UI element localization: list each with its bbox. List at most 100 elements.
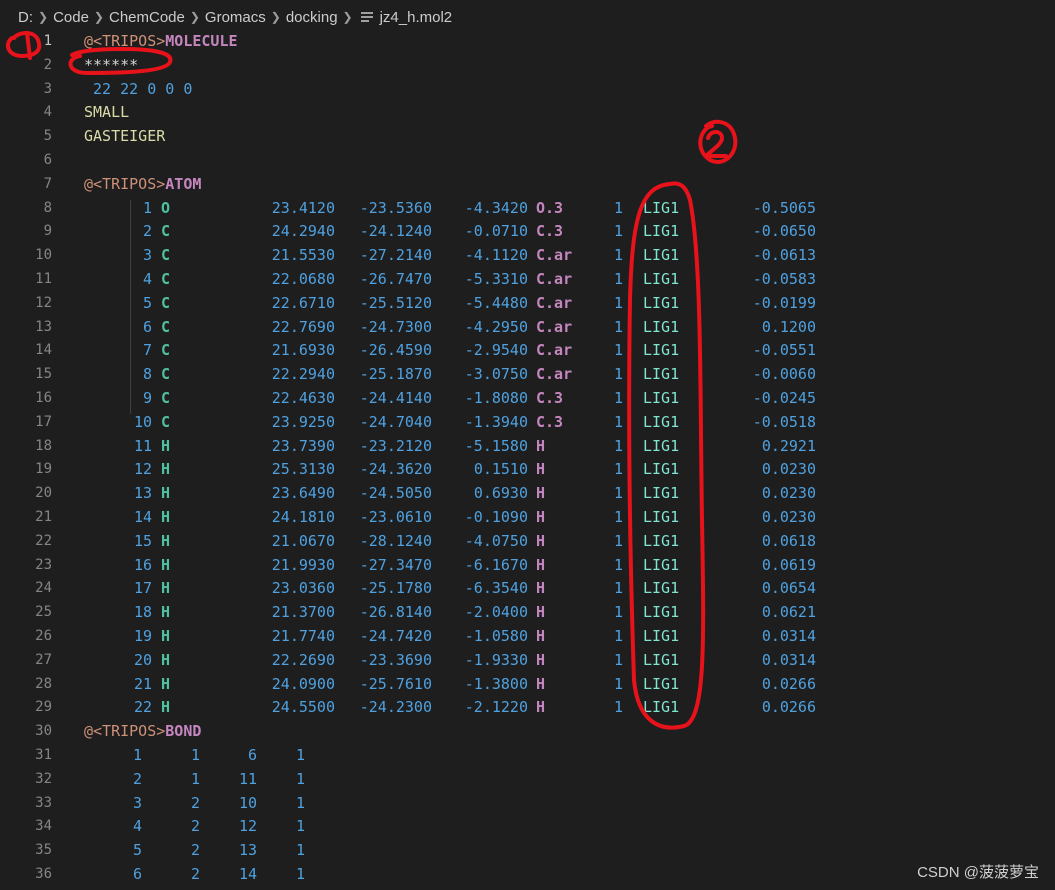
atom-y: -23.0610 <box>359 508 432 526</box>
code-line[interactable]: 5 GASTEIGER <box>0 124 1055 148</box>
atom-residue: LIG1 <box>643 270 680 288</box>
code-line[interactable]: 1 @<TRIPOS>MOLECULE <box>0 29 1055 53</box>
line-number: 24 <box>35 580 52 597</box>
atom-subst-id: 1 <box>613 555 623 574</box>
section-at: @ <box>84 174 94 193</box>
code-line[interactable]: 34 4 2 12 1 <box>0 814 1055 838</box>
code-line[interactable]: 32 2 1 11 1 <box>0 767 1055 791</box>
atom-residue: LIG1 <box>643 246 680 265</box>
code-line[interactable]: 10 3 C 21.5530 -27.2140 -4.1120 C.ar 1 LIG1 -0.06… <box>0 243 1055 267</box>
bond-atom-b: 6 <box>247 746 257 764</box>
code-line[interactable]: 35 5 2 13 1 <box>0 838 1055 862</box>
code-line[interactable]: 12 5 C 22.6710 -25.5120 -5.4480 C.ar 1 LIG1 -0.01… <box>0 291 1055 315</box>
code-line[interactable]: 19 12 H 25.3130 -24.3620 0.1510 H 1 LIG1 0.0230 <box>0 457 1055 481</box>
line-number: 17 <box>35 413 52 430</box>
atom-z: -4.2950 <box>464 317 528 336</box>
code-line[interactable]: 24 17 H 23.0360 -25.1780 -6.3540 H 1 LIG1 0.0654 <box>0 576 1055 600</box>
breadcrumb-item[interactable]: Gromacs <box>205 9 266 26</box>
code-line[interactable]: 11 4 C 22.0680 -26.7470 -5.3310 C.ar 1 LIG1 -0.05… <box>0 267 1055 291</box>
code-line[interactable]: 15 8 C 22.2940 -25.1870 -3.0750 C.ar 1 LIG1 -0.00… <box>0 362 1055 386</box>
atom-residue: LIG1 <box>643 579 680 598</box>
breadcrumb-item[interactable]: D: <box>18 9 33 26</box>
code-line[interactable]: 2 ****** <box>0 53 1055 77</box>
atom-type: C.ar <box>536 317 573 336</box>
atom-y: -25.5120 <box>359 293 432 312</box>
atom-charge: 0.0314 <box>761 627 816 645</box>
atom-x: 24.5500 <box>271 698 335 717</box>
atom-type: C.3 <box>536 222 564 241</box>
code-line[interactable]: 22 15 H 21.0670 -28.1240 -4.0750 H 1 LIG1 0.0618 <box>0 529 1055 553</box>
code-line[interactable]: 17 10 C 23.9250 -24.7040 -1.3940 C.3 1 LIG1 -0.05… <box>0 410 1055 434</box>
code-line[interactable]: 31 1 1 6 1 <box>0 743 1055 767</box>
atom-subst-id: 1 <box>613 484 623 503</box>
code-line[interactable]: 36 6 2 14 1 <box>0 862 1055 886</box>
code-line[interactable]: 13 6 C 22.7690 -24.7300 -4.2950 C.ar 1 LIG1 0.120… <box>0 315 1055 339</box>
atom-subst-id: 1 <box>613 317 623 336</box>
atom-residue: LIG1 <box>643 341 680 360</box>
atom-x: 23.4120 <box>271 198 335 217</box>
atom-z: -1.8080 <box>464 389 528 407</box>
breadcrumb-item[interactable]: docking <box>286 9 338 26</box>
code-line[interactable]: 21 14 H 24.1810 -23.0610 -0.1090 H 1 LIG1 0.0230 <box>0 505 1055 529</box>
atom-id: 15 <box>133 531 152 550</box>
atom-element: H <box>161 579 171 598</box>
bond-id: 2 <box>132 769 142 788</box>
atom-charge: 0.2921 <box>761 436 816 455</box>
chevron-right-icon: ❯ <box>93 10 104 24</box>
atom-element: H <box>161 460 171 479</box>
code-line[interactable]: 16 9 C 22.4630 -24.4140 -1.8080 C.3 1 LIG1 -0.024… <box>0 386 1055 410</box>
code-line[interactable]: 28 21 H 24.0900 -25.7610 -1.3800 H 1 LIG1 0.0266 <box>0 672 1055 696</box>
atom-type: H <box>536 674 546 693</box>
chevron-right-icon: ❯ <box>342 10 353 24</box>
code-line[interactable]: 6 <box>0 148 1055 172</box>
code-line[interactable]: 14 7 C 21.6930 -26.4590 -2.9540 C.ar 1 LIG1 -0.05… <box>0 338 1055 362</box>
atom-z: -1.9330 <box>464 650 528 669</box>
atom-charge: -0.0060 <box>752 365 816 384</box>
bond-type: 1 <box>295 769 305 788</box>
breadcrumb-item[interactable]: Code <box>53 9 89 26</box>
breadcrumb-item[interactable]: ChemCode <box>109 9 185 26</box>
code-line[interactable]: 26 19 H 21.7740 -24.7420 -1.0580 H 1 LIG1 0.0314 <box>0 624 1055 648</box>
code-line[interactable]: 3 22 22 0 0 0 <box>0 77 1055 101</box>
code-line[interactable]: 20 13 H 23.6490 -24.5050 0.6930 H 1 LIG1 0.0230 <box>0 481 1055 505</box>
code-editor[interactable]: 1 @<TRIPOS>MOLECULE 2 ****** 3 22 22 0 0 04S… <box>0 29 1055 890</box>
atom-charge: -0.0245 <box>752 389 816 407</box>
atom-type: C.ar <box>536 246 573 265</box>
atom-id: 3 <box>142 246 152 265</box>
code-line[interactable]: 8 1 O 23.4120 -23.5360 -4.3420 O.3 1 LIG1 -0.5065 <box>0 196 1055 220</box>
code-text: GASTEIGER <box>84 127 166 146</box>
code-line[interactable]: 23 16 H 21.9930 -27.3470 -6.1670 H 1 LIG1 0.0619 <box>0 553 1055 577</box>
code-line[interactable]: 4 SMALL <box>0 100 1055 124</box>
atom-element: O <box>161 198 171 217</box>
code-line[interactable]: 27 20 H 22.2690 -23.3690 -1.9330 H 1 LIG1 0.0314 <box>0 648 1055 672</box>
code-line[interactable]: 29 22 H 24.5500 -24.2300 -2.1220 H 1 LIG1 0.0266 <box>0 695 1055 719</box>
atom-type: C.ar <box>536 365 573 384</box>
atom-charge: 0.0654 <box>761 579 816 598</box>
atom-residue: LIG1 <box>643 317 680 336</box>
line-number: 21 <box>35 509 52 525</box>
section-at: @ <box>84 722 94 741</box>
atom-y: -28.1240 <box>359 531 432 550</box>
code-line[interactable]: 9 2 C 24.2940 -24.1240 -0.0710 C.3 1 LIG1 -0.0650 <box>0 219 1055 243</box>
code-line[interactable]: 33 3 2 10 1 <box>0 791 1055 815</box>
atom-y: -23.2120 <box>359 436 432 455</box>
code-line[interactable]: 25 18 H 21.3700 -26.8140 -2.0400 H 1 LIG1 0.0621 <box>0 600 1055 624</box>
atom-subst-id: 1 <box>613 627 623 645</box>
atom-id: 21 <box>133 674 152 693</box>
code-line[interactable]: 7 @<TRIPOS>ATOM <box>0 172 1055 196</box>
code-line[interactable]: 18 11 H 23.7390 -23.2120 -5.1580 H 1 LIG1 0.2921 <box>0 434 1055 458</box>
atom-z: -1.0580 <box>464 627 528 645</box>
atom-subst-id: 1 <box>613 508 623 526</box>
atom-x: 22.2940 <box>271 365 335 384</box>
atom-type: C.3 <box>536 412 564 431</box>
breadcrumb-file[interactable]: jz4_h.mol2 <box>380 9 453 26</box>
atom-charge: -0.0551 <box>752 341 816 360</box>
line-number: 20 <box>35 485 52 502</box>
line-number: 13 <box>35 318 52 335</box>
section-name: BOND <box>165 722 202 741</box>
code-line[interactable]: 30 @<TRIPOS>BOND <box>0 719 1055 743</box>
atom-charge: 0.0230 <box>761 484 816 503</box>
atom-residue: LIG1 <box>643 222 680 241</box>
line-number: 10 <box>35 247 52 264</box>
atom-subst-id: 1 <box>613 603 623 622</box>
